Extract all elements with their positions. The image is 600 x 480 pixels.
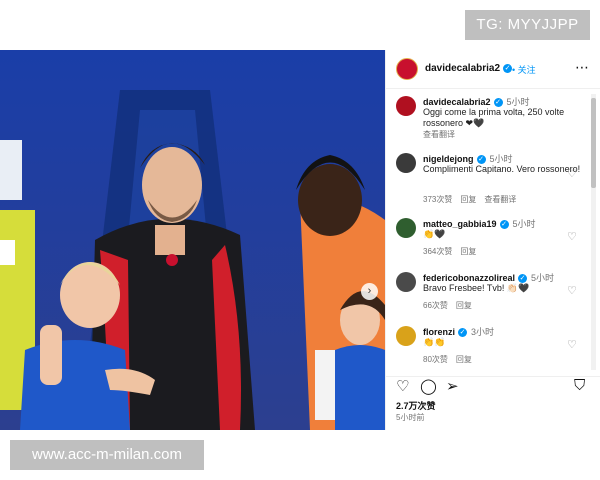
avatar[interactable] [396,326,416,346]
comment-meta: 373次赞 回复 查看翻译 [423,194,524,205]
follow-button[interactable]: • 关注 [512,63,536,76]
comment-meta: 查看翻译 [423,129,463,140]
verified-badge-icon: ✓ [518,274,528,284]
scrollbar-thumb[interactable] [591,98,596,188]
translate-link[interactable]: 查看翻译 [423,130,455,139]
bookmark-icon[interactable]: ⛉ [574,377,585,394]
comment-text: 👏👏 [423,337,446,347]
like-heart-icon[interactable]: ♡ [567,167,577,180]
comment-meta: 364次赞 回复 [423,246,484,257]
like-count[interactable]: 66次赞 [423,301,448,310]
comment-text: Bravo Fresbee! Tvb! 👏🏻🖤 [423,283,530,293]
chevron-right-icon: › [367,285,372,297]
like-heart-icon[interactable]: ♡ [567,284,577,297]
comment-time: 3小时 [471,327,495,337]
next-slide-button[interactable]: › [361,283,378,300]
comments-list: davidecalabria2 ✓ 5小时 Oggi come la prima v… [386,90,600,376]
share-send-icon[interactable]: ➢ [446,377,459,395]
translate-link[interactable]: 查看翻译 [484,195,516,204]
verified-badge-icon: ✓ [499,220,509,230]
comment-meta: 66次赞 回复 [423,300,480,311]
avatar[interactable] [396,272,416,292]
comments-scrollbar[interactable] [591,94,596,370]
post-header: davidecalabria2 ✓ • 关注 ⋯ [386,50,600,89]
comment-text: Complimenti Capitano. Vero rossonero! [423,164,581,174]
more-options-icon[interactable]: ⋯ [575,59,590,76]
verified-badge-icon: ✓ [476,155,486,165]
photo-illustration [0,50,385,430]
comment-time: 5小时 [506,97,530,107]
watermark-bottom: www.acc-m-milan.com [10,440,204,470]
post-side-panel: davidecalabria2 ✓ • 关注 ⋯ davidecalabria2 ✓… [385,50,600,430]
reply-link[interactable]: 回复 [460,195,476,204]
like-heart-icon[interactable]: ♡ [396,377,409,395]
watermark-top: TG: MYYJJPP [465,10,590,40]
header-username[interactable]: davidecalabria2 ✓ [425,63,513,74]
likes-count[interactable]: 2.7万次赞 [396,399,436,412]
avatar[interactable] [396,96,416,116]
like-count[interactable]: 373次赞 [423,195,452,204]
comment-time: 5小时 [489,154,513,164]
comment-time: 5小时 [512,219,536,229]
like-count[interactable]: 364次赞 [423,247,452,256]
comment-text: 👏🖤 [423,229,446,239]
comment-time: 5小时 [531,273,555,283]
avatar[interactable] [396,58,418,80]
verified-badge-icon: ✓ [493,98,503,108]
verified-badge-icon: ✓ [503,63,513,73]
post-timestamp: 5小时前 [396,413,425,422]
post-actions: ♡ ◯ ➢ ⛉ 2.7万次赞 5小时前 [386,376,600,431]
avatar[interactable] [396,153,416,173]
comment-bubble-icon[interactable]: ◯ [420,377,437,395]
username-text[interactable]: davidecalabria2 [425,63,500,74]
like-count[interactable]: 80次赞 [423,355,448,364]
like-heart-icon[interactable]: ♡ [567,230,577,243]
reply-link[interactable]: 回复 [456,301,472,310]
verified-badge-icon: ✓ [458,328,468,338]
reply-link[interactable]: 回复 [456,355,472,364]
like-heart-icon[interactable]: ♡ [567,338,577,351]
reply-link[interactable]: 回复 [460,247,476,256]
comment-text: Oggi come la prima volta, 250 volte ross… [423,107,565,128]
comment-meta: 80次赞 回复 [423,354,480,365]
follow-label[interactable]: 关注 [518,65,536,75]
post-photo: › [0,50,385,430]
avatar[interactable] [396,218,416,238]
